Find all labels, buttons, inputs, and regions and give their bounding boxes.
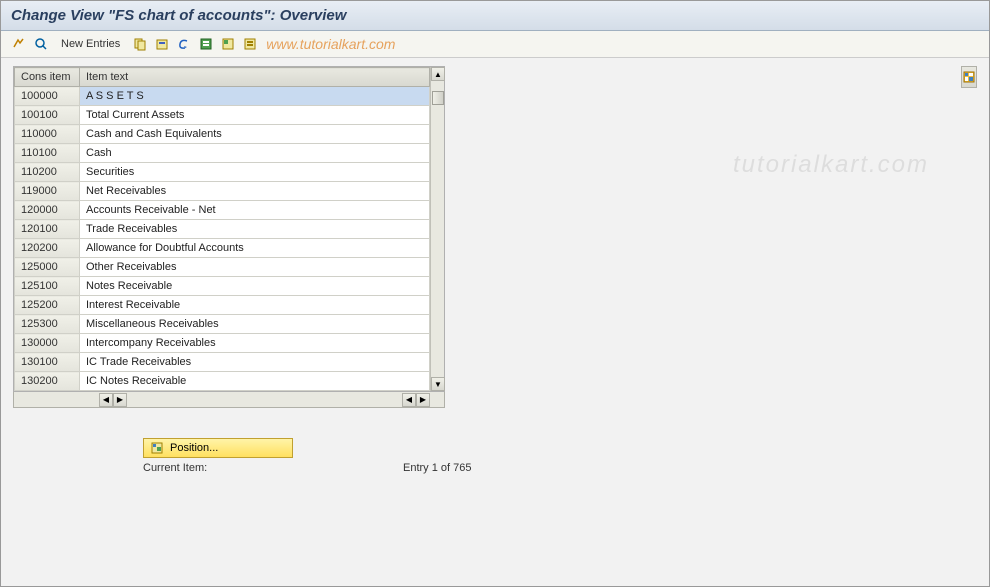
cons-item-cell[interactable]: 125000 xyxy=(15,258,80,277)
table-settings-icon[interactable] xyxy=(961,66,977,88)
deselect-all-icon[interactable] xyxy=(240,34,260,54)
table-row[interactable]: 130100IC Trade Receivables xyxy=(15,353,430,372)
cons-item-cell[interactable]: 130000 xyxy=(15,334,80,353)
item-text-cell[interactable]: Interest Receivable xyxy=(80,296,430,315)
item-text-cell[interactable]: Cash xyxy=(80,144,430,163)
cons-item-cell[interactable]: 110000 xyxy=(15,125,80,144)
cons-item-cell[interactable]: 125100 xyxy=(15,277,80,296)
item-text-cell[interactable]: Net Receivables xyxy=(80,182,430,201)
cons-item-cell[interactable]: 125200 xyxy=(15,296,80,315)
toggle-display-icon[interactable] xyxy=(9,34,29,54)
table-row[interactable]: 110200Securities xyxy=(15,163,430,182)
position-button[interactable]: Position... xyxy=(143,438,293,458)
item-text-cell[interactable]: A S S E T S xyxy=(80,87,430,106)
delete-icon[interactable] xyxy=(152,34,172,54)
cons-item-cell[interactable]: 119000 xyxy=(15,182,80,201)
table-row[interactable]: 125100Notes Receivable xyxy=(15,277,430,296)
details-icon[interactable] xyxy=(31,34,51,54)
table-row[interactable]: 119000Net Receivables xyxy=(15,182,430,201)
item-text-cell[interactable]: Trade Receivables xyxy=(80,220,430,239)
item-text-cell[interactable]: Notes Receivable xyxy=(80,277,430,296)
column-header-text[interactable]: Item text xyxy=(80,68,430,87)
watermark-side: tutorialkart.com xyxy=(733,151,929,179)
hscroll-right-button[interactable]: ▶ xyxy=(113,393,127,407)
copy-icon[interactable] xyxy=(130,34,150,54)
vertical-scrollbar: ▲ ▼ xyxy=(430,67,444,391)
watermark-text: www.tutorialkart.com xyxy=(266,36,395,52)
cons-item-cell[interactable]: 120200 xyxy=(15,239,80,258)
item-text-cell[interactable]: IC Notes Receivable xyxy=(80,372,430,391)
item-text-cell[interactable]: Total Current Assets xyxy=(80,106,430,125)
toolbar: New Entries www.tutorialkart.com xyxy=(1,31,989,58)
table-row[interactable]: 120000Accounts Receivable - Net xyxy=(15,201,430,220)
table-row[interactable]: 130000Intercompany Receivables xyxy=(15,334,430,353)
undo-icon[interactable] xyxy=(174,34,194,54)
horizontal-scrollbar: ◀ ▶ ◀ ▶ xyxy=(13,392,445,408)
table-row[interactable]: 125300Miscellaneous Receivables xyxy=(15,315,430,334)
column-header-cons[interactable]: Cons item xyxy=(15,68,80,87)
cons-item-cell[interactable]: 120000 xyxy=(15,201,80,220)
cons-item-cell[interactable]: 125300 xyxy=(15,315,80,334)
footer-area: Position... Current Item: Entry 1 of 765 xyxy=(143,438,977,474)
cons-item-cell[interactable]: 100000 xyxy=(15,87,80,106)
table-row[interactable]: 120100Trade Receivables xyxy=(15,220,430,239)
scroll-thumb[interactable] xyxy=(432,91,444,105)
item-text-cell[interactable]: IC Trade Receivables xyxy=(80,353,430,372)
item-text-cell[interactable]: Miscellaneous Receivables xyxy=(80,315,430,334)
cons-item-cell[interactable]: 120100 xyxy=(15,220,80,239)
select-all-icon[interactable] xyxy=(196,34,216,54)
item-text-cell[interactable]: Securities xyxy=(80,163,430,182)
cons-item-cell[interactable]: 130200 xyxy=(15,372,80,391)
item-text-cell[interactable]: Cash and Cash Equivalents xyxy=(80,125,430,144)
new-entries-button[interactable]: New Entries xyxy=(53,36,128,52)
item-text-cell[interactable]: Allowance for Doubtful Accounts xyxy=(80,239,430,258)
table-row[interactable]: 100000A S S E T S xyxy=(15,87,430,106)
table-row[interactable]: 120200Allowance for Doubtful Accounts xyxy=(15,239,430,258)
data-grid: Cons item Item text 100000A S S E T S100… xyxy=(13,66,445,392)
table-row[interactable]: 110100Cash xyxy=(15,144,430,163)
position-icon xyxy=(150,441,164,455)
item-text-cell[interactable]: Accounts Receivable - Net xyxy=(80,201,430,220)
cons-item-cell[interactable]: 110100 xyxy=(15,144,80,163)
table-row[interactable]: 100100Total Current Assets xyxy=(15,106,430,125)
item-text-cell[interactable]: Intercompany Receivables xyxy=(80,334,430,353)
table-row[interactable]: 125200Interest Receivable xyxy=(15,296,430,315)
cons-item-cell[interactable]: 130100 xyxy=(15,353,80,372)
scroll-track[interactable] xyxy=(431,81,444,377)
cons-item-cell[interactable]: 110200 xyxy=(15,163,80,182)
hscroll-left-button[interactable]: ◀ xyxy=(99,393,113,407)
scroll-down-button[interactable]: ▼ xyxy=(431,377,445,391)
current-item-label: Current Item: xyxy=(143,462,403,474)
table-row[interactable]: 130200IC Notes Receivable xyxy=(15,372,430,391)
table-row[interactable]: 125000Other Receivables xyxy=(15,258,430,277)
position-label: Position... xyxy=(170,442,218,454)
hscroll-left-button-2[interactable]: ◀ xyxy=(402,393,416,407)
content-area: Cons item Item text 100000A S S E T S100… xyxy=(1,58,989,482)
item-text-cell[interactable]: Other Receivables xyxy=(80,258,430,277)
hscroll-right-button-2[interactable]: ▶ xyxy=(416,393,430,407)
scroll-up-button[interactable]: ▲ xyxy=(431,67,445,81)
table-row[interactable]: 110000Cash and Cash Equivalents xyxy=(15,125,430,144)
entry-count-text: Entry 1 of 765 xyxy=(403,462,472,474)
cons-item-cell[interactable]: 100100 xyxy=(15,106,80,125)
select-block-icon[interactable] xyxy=(218,34,238,54)
window-title: Change View "FS chart of accounts": Over… xyxy=(1,1,989,31)
